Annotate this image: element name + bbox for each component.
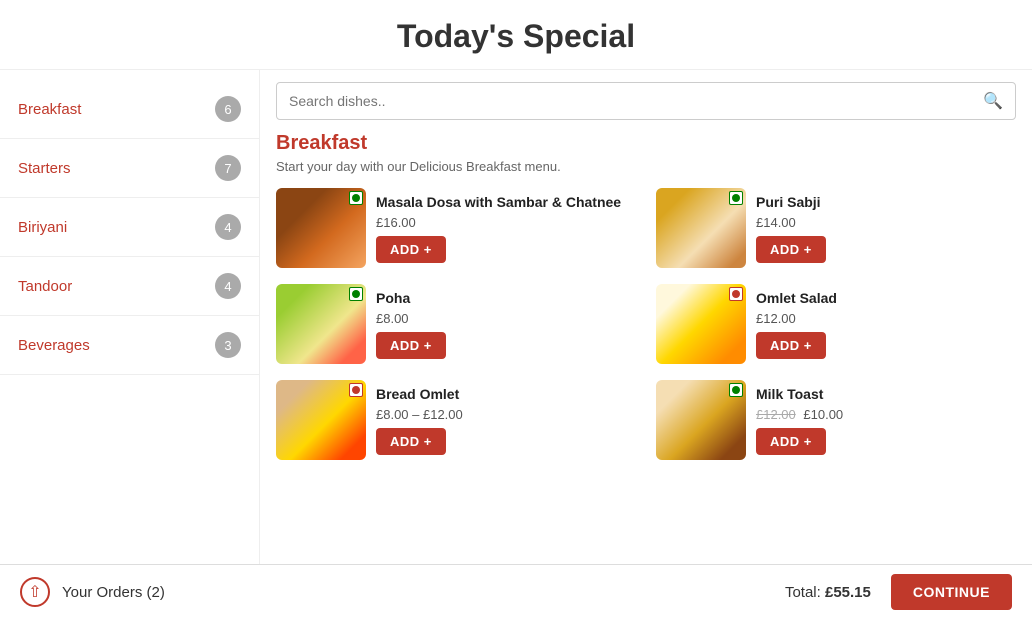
sidebar-item-label-beverages: Beverages — [18, 337, 90, 354]
right-panel: 🔍 Breakfast Start your day with our Deli… — [260, 70, 1032, 564]
continue-button[interactable]: CONTINUE — [891, 574, 1012, 610]
list-item: Bread Omlet £8.00 – £12.00 ADD + — [276, 380, 636, 460]
item-info-puri-sabji: Puri Sabji £14.00 ADD + — [756, 193, 1016, 263]
veg-badge-puri-sabji — [729, 191, 743, 205]
item-price-puri-sabji: £14.00 — [756, 215, 1016, 230]
sidebar-item-breakfast[interactable]: Breakfast 6 — [0, 80, 259, 139]
sidebar-item-count-breakfast: 6 — [215, 96, 241, 122]
sidebar-item-tandoor[interactable]: Tandoor 4 — [0, 257, 259, 316]
item-info-milk-toast: Milk Toast £12.00 £10.00 ADD + — [756, 385, 1016, 455]
item-image-wrap-poha — [276, 284, 366, 364]
item-image-wrap-omlet-salad — [656, 284, 746, 364]
item-price-omlet-salad: £12.00 — [756, 311, 1016, 326]
item-price-masala-dosa: £16.00 — [376, 215, 636, 230]
sidebar-item-beverages[interactable]: Beverages 3 — [0, 316, 259, 375]
item-image-wrap-masala-dosa — [276, 188, 366, 268]
sidebar: Breakfast 6 Starters 7 Biriyani 4 Tandoo… — [0, 70, 260, 564]
item-image-wrap-bread-omlet — [276, 380, 366, 460]
item-actual-price-milk-toast: £10.00 — [803, 407, 843, 422]
section-title: Breakfast — [276, 132, 1016, 155]
item-price-poha: £8.00 — [376, 311, 636, 326]
search-input[interactable] — [289, 93, 983, 109]
main-content: Breakfast 6 Starters 7 Biriyani 4 Tandoo… — [0, 70, 1032, 564]
sidebar-item-count-beverages: 3 — [215, 332, 241, 358]
footer-bar: ⇧ Your Orders (2) Total: £55.15 CONTINUE — [0, 564, 1032, 619]
add-button-milk-toast[interactable]: ADD + — [756, 428, 826, 455]
list-item: Milk Toast £12.00 £10.00 ADD + — [656, 380, 1016, 460]
sidebar-item-label-breakfast: Breakfast — [18, 101, 81, 118]
your-orders-label: Your Orders (2) — [62, 584, 165, 601]
item-image-wrap-puri-sabji — [656, 188, 746, 268]
item-strike-price-milk-toast: £12.00 — [756, 407, 796, 422]
item-info-poha: Poha £8.00 ADD + — [376, 289, 636, 359]
footer-left: ⇧ Your Orders (2) — [20, 577, 165, 607]
veg-badge-bread-omlet — [349, 383, 363, 397]
total-amount: £55.15 — [825, 584, 871, 601]
search-icon: 🔍 — [983, 91, 1003, 111]
item-info-omlet-salad: Omlet Salad £12.00 ADD + — [756, 289, 1016, 359]
item-name-bread-omlet: Bread Omlet — [376, 385, 636, 403]
item-name-masala-dosa: Masala Dosa with Sambar & Chatnee — [376, 193, 636, 211]
item-name-omlet-salad: Omlet Salad — [756, 289, 1016, 307]
page-title: Today's Special — [0, 0, 1032, 70]
sidebar-item-starters[interactable]: Starters 7 — [0, 139, 259, 198]
list-item: Omlet Salad £12.00 ADD + — [656, 284, 1016, 364]
items-grid: Masala Dosa with Sambar & Chatnee £16.00… — [276, 188, 1016, 460]
add-button-omlet-salad[interactable]: ADD + — [756, 332, 826, 359]
item-name-puri-sabji: Puri Sabji — [756, 193, 1016, 211]
sidebar-item-label-tandoor: Tandoor — [18, 278, 72, 295]
veg-badge-milk-toast — [729, 383, 743, 397]
total-text: Total: — [785, 584, 821, 601]
sidebar-item-count-biriyani: 4 — [215, 214, 241, 240]
item-price-bread-omlet: £8.00 – £12.00 — [376, 407, 636, 422]
sidebar-item-label-starters: Starters — [18, 160, 71, 177]
item-image-wrap-milk-toast — [656, 380, 746, 460]
sidebar-item-label-biriyani: Biriyani — [18, 219, 67, 236]
list-item: Puri Sabji £14.00 ADD + — [656, 188, 1016, 268]
search-bar-wrap: 🔍 — [260, 70, 1032, 132]
sidebar-item-count-starters: 7 — [215, 155, 241, 181]
add-button-poha[interactable]: ADD + — [376, 332, 446, 359]
sidebar-item-biriyani[interactable]: Biriyani 4 — [0, 198, 259, 257]
list-item: Poha £8.00 ADD + — [276, 284, 636, 364]
list-item: Masala Dosa with Sambar & Chatnee £16.00… — [276, 188, 636, 268]
veg-badge-masala-dosa — [349, 191, 363, 205]
item-name-poha: Poha — [376, 289, 636, 307]
item-name-milk-toast: Milk Toast — [756, 385, 1016, 403]
veg-badge-poha — [349, 287, 363, 301]
footer-right: Total: £55.15 CONTINUE — [785, 574, 1012, 610]
menu-section: Breakfast Start your day with our Delici… — [260, 132, 1032, 564]
item-price-milk-toast: £12.00 £10.00 — [756, 407, 1016, 422]
item-info-bread-omlet: Bread Omlet £8.00 – £12.00 ADD + — [376, 385, 636, 455]
veg-badge-omlet-salad — [729, 287, 743, 301]
add-button-masala-dosa[interactable]: ADD + — [376, 236, 446, 263]
section-description: Start your day with our Delicious Breakf… — [276, 159, 1016, 174]
item-info-masala-dosa: Masala Dosa with Sambar & Chatnee £16.00… — [376, 193, 636, 263]
search-bar: 🔍 — [276, 82, 1016, 120]
add-button-bread-omlet[interactable]: ADD + — [376, 428, 446, 455]
sidebar-item-count-tandoor: 4 — [215, 273, 241, 299]
total-label: Total: £55.15 — [785, 584, 871, 601]
up-chevron-icon[interactable]: ⇧ — [20, 577, 50, 607]
add-button-puri-sabji[interactable]: ADD + — [756, 236, 826, 263]
